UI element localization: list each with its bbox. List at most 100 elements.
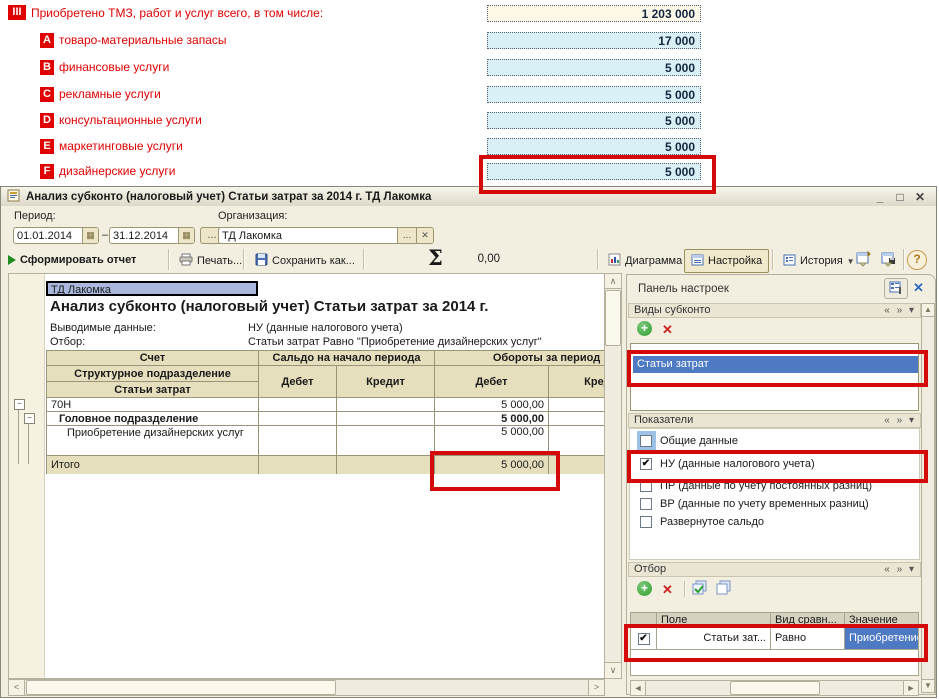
otbor-row-comparison[interactable]: Равно [771, 628, 845, 650]
minimize-button[interactable]: _ [870, 190, 890, 204]
otbor-col-value: Значение [845, 613, 918, 628]
delete-item-icon[interactable]: ✕ [662, 322, 673, 338]
section-header-pokazateli[interactable]: Показатели « » ▾ [628, 413, 921, 428]
debit-turnover-cell[interactable]: 5 000,00 [435, 398, 549, 412]
otbor-row-field[interactable]: Статьи зат... [657, 628, 771, 650]
checkbox-obshchie[interactable]: Общие данные [640, 433, 738, 449]
checkbox-icon[interactable] [640, 516, 652, 528]
row-c-field[interactable]: 5 000 [487, 86, 701, 103]
scroll-up-icon[interactable]: ∧ [604, 273, 622, 289]
scroll-down-icon[interactable]: ∨ [604, 662, 622, 679]
vidy-selected-item[interactable]: Статьи затрат [633, 356, 918, 373]
period-from-field[interactable]: 01.01.2014 ▦ [13, 227, 99, 244]
collapse-group-icon[interactable]: − [24, 413, 35, 424]
scroll-right-icon[interactable]: ► [903, 680, 919, 696]
checkbox-icon[interactable] [640, 480, 652, 492]
row-badge-c: C [40, 87, 54, 102]
scroll-up-icon[interactable]: ▲ [921, 303, 935, 317]
add-item-icon[interactable]: + [637, 321, 652, 336]
checkbox-checked-icon[interactable]: ✔ [640, 458, 652, 470]
total-debit-cell[interactable]: 5 000,00 [435, 456, 549, 475]
save-icon [255, 253, 268, 269]
total-label-cell[interactable]: Итого [47, 456, 259, 475]
uncheck-all-icon[interactable] [716, 580, 733, 599]
report-org-cell[interactable]: ТД Лакомка [46, 281, 258, 296]
section-header-otbor[interactable]: Отбор « » ▾ [628, 562, 921, 577]
row-d-field[interactable]: 5 000 [487, 112, 701, 129]
table-row[interactable]: Приобретение дизайнерских услуг 5 000,00 [47, 426, 605, 456]
unit-cell[interactable]: Головное подразделение [47, 412, 259, 426]
section-header-vidy[interactable]: Виды субконто « » ▾ [628, 303, 921, 318]
org-field[interactable]: ТД Лакомка ... ✕ [218, 227, 434, 244]
debit-turnover-cell[interactable]: 5 000,00 [435, 426, 549, 456]
checkbox-icon[interactable] [640, 435, 652, 447]
save-as-button[interactable]: Сохранить как... [251, 250, 359, 272]
row-f-field[interactable]: 5 000 [487, 163, 701, 180]
scroll-left-icon[interactable]: < [8, 679, 25, 696]
row-label: консультационные услуги [59, 113, 202, 127]
toolbar-separator [772, 249, 774, 270]
period-from-value[interactable]: 01.01.2014 [14, 228, 82, 243]
vidy-listbox[interactable]: Статьи затрат [630, 343, 919, 411]
period-to-field[interactable]: 31.12.2014 ▦ [109, 227, 195, 244]
calendar-icon[interactable]: ▦ [178, 228, 194, 243]
section-controls-icons[interactable]: « » ▾ [884, 304, 916, 317]
check-all-icon[interactable] [692, 580, 709, 599]
panel-vscrollbar[interactable] [921, 303, 935, 693]
close-button[interactable]: ✕ [910, 190, 930, 204]
row-a-field[interactable]: 17 000 [487, 32, 701, 49]
org-clear-icon[interactable]: ✕ [416, 228, 433, 243]
scroll-right-icon[interactable]: > [588, 679, 605, 696]
restore-values-button[interactable] [856, 250, 873, 270]
otbor-row-checkbox[interactable]: ✔ [631, 628, 657, 650]
scroll-down-icon[interactable]: ▼ [921, 679, 935, 693]
hscroll-thumb[interactable] [26, 680, 336, 695]
total-row[interactable]: Итого 5 000,00 [47, 456, 605, 475]
delete-filter-icon[interactable]: ✕ [662, 582, 673, 598]
checkbox-razvernutoe[interactable]: Развернутое сальдо [640, 514, 764, 530]
period-to-value[interactable]: 31.12.2014 [110, 228, 178, 243]
row-label: дизайнерские услуги [59, 164, 175, 178]
section-controls-icons[interactable]: « » ▾ [884, 414, 916, 427]
add-filter-icon[interactable]: + [637, 581, 652, 596]
screenshot-root: III Приобретено ТМЗ, работ и услуг всего… [0, 0, 939, 699]
checkbox-checked-icon[interactable]: ✔ [638, 633, 650, 645]
table-row[interactable]: 70Н 5 000,00 [47, 398, 605, 412]
maximize-button[interactable]: □ [890, 190, 910, 204]
otbor-hscroll-thumb[interactable] [730, 681, 820, 695]
settings-button[interactable]: Настройка [684, 249, 769, 273]
table-row[interactable]: Головное подразделение 5 000,00 [47, 412, 605, 426]
total-field[interactable]: 1 203 000 [487, 5, 701, 22]
report-table[interactable]: Счет Сальдо на начало периода Обороты за… [46, 350, 604, 474]
checkbox-vr[interactable]: ВР (данные по учету временных разниц) [640, 496, 869, 512]
window-titlebar[interactable]: Анализ субконто (налоговый учет) Статьи … [1, 187, 936, 206]
otbor-row-value[interactable]: Приобретение ... [845, 628, 918, 650]
org-select-button[interactable]: ... [397, 228, 416, 243]
section-controls-icons[interactable]: « » ▾ [884, 563, 916, 576]
panel-settings-button[interactable] [884, 278, 908, 299]
diagram-icon [608, 253, 621, 269]
row-e-field[interactable]: 5 000 [487, 138, 701, 155]
panel-close-icon[interactable]: ✕ [913, 280, 924, 296]
checkbox-icon[interactable] [640, 498, 652, 510]
vscroll-thumb[interactable] [605, 290, 621, 346]
diagram-button[interactable]: Диаграмма [604, 250, 686, 272]
row-b-field[interactable]: 5 000 [487, 59, 701, 76]
sum-sigma-button[interactable]: Σ [428, 245, 443, 270]
otbor-grid[interactable]: Поле Вид сравн... Значение ✔ Статьи зат.… [630, 612, 919, 676]
cost-item-cell[interactable]: Приобретение дизайнерских услуг [47, 426, 259, 456]
history-button[interactable]: История ▼ [779, 250, 859, 272]
org-value[interactable]: ТД Лакомка [219, 228, 397, 243]
print-button[interactable]: Печать... [175, 250, 246, 272]
debit-turnover-cell[interactable]: 5 000,00 [435, 412, 549, 426]
collapse-group-icon[interactable]: − [14, 399, 25, 410]
checkbox-pr[interactable]: ПР (данные по учету постоянных разниц) [640, 478, 872, 494]
generate-report-button[interactable]: Сформировать отчет [8, 250, 136, 270]
calendar-icon[interactable]: ▦ [82, 228, 98, 243]
otbor-col-comparison: Вид сравн... [771, 613, 845, 628]
account-cell[interactable]: 70Н [47, 398, 259, 412]
save-values-button[interactable] [881, 250, 898, 270]
help-button[interactable]: ? [907, 250, 927, 270]
checkbox-nu[interactable]: ✔ НУ (данные налогового учета) [640, 456, 815, 472]
scroll-left-icon[interactable]: ◄ [630, 680, 646, 696]
